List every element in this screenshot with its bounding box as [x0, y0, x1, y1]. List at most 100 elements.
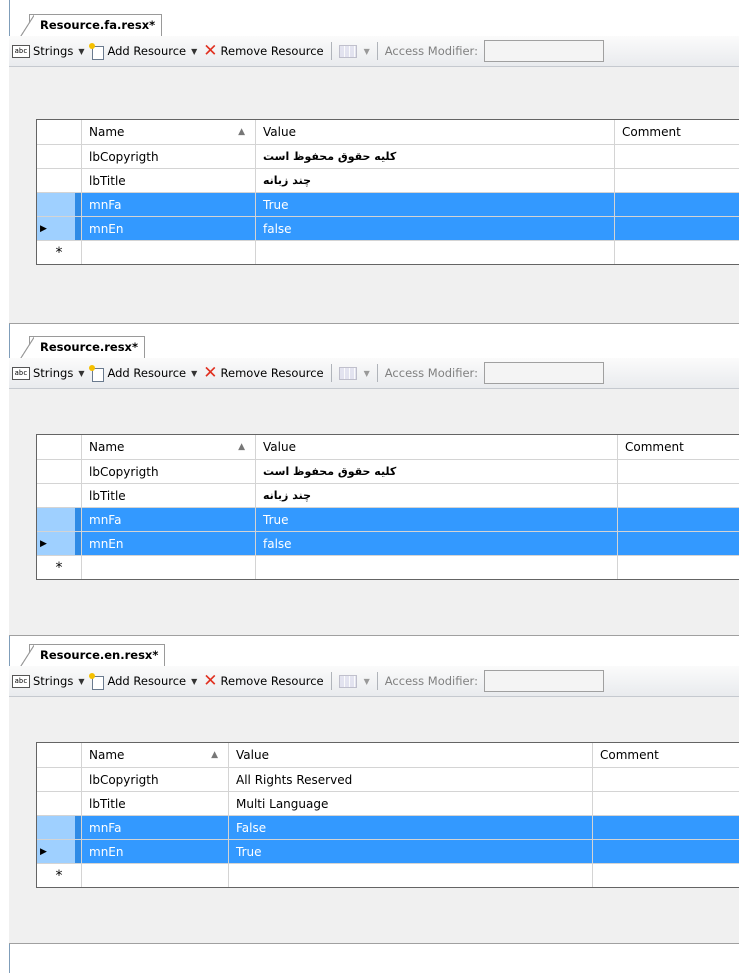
- column-header-value[interactable]: Value: [256, 435, 618, 459]
- name-cell[interactable]: lbTitle: [82, 484, 256, 507]
- name-cell[interactable]: [82, 556, 256, 579]
- row-header[interactable]: [37, 460, 82, 483]
- value-cell[interactable]: True: [229, 840, 593, 863]
- value-cell[interactable]: false: [256, 532, 618, 555]
- row-header[interactable]: [37, 169, 82, 192]
- view-dropdown[interactable]: ▼: [336, 670, 373, 692]
- name-cell[interactable]: mnEn: [82, 532, 256, 555]
- value-cell[interactable]: [229, 864, 593, 887]
- table-row-selected[interactable]: mnFa True: [37, 193, 739, 217]
- value-cell[interactable]: false: [256, 217, 615, 240]
- remove-resource-button[interactable]: ✕ Remove Resource: [200, 670, 326, 692]
- comment-cell[interactable]: [618, 508, 739, 531]
- column-header-name[interactable]: Name ▲: [82, 435, 256, 459]
- new-row[interactable]: *: [37, 241, 739, 264]
- row-header[interactable]: [37, 193, 82, 216]
- name-cell[interactable]: [82, 241, 256, 264]
- table-row[interactable]: lbTitle Multi Language: [37, 792, 739, 816]
- add-resource-button[interactable]: Add Resource ▼: [87, 670, 200, 692]
- value-cell[interactable]: True: [256, 508, 618, 531]
- row-header[interactable]: *: [37, 864, 82, 887]
- comment-cell[interactable]: [593, 816, 739, 839]
- comment-cell[interactable]: [615, 169, 739, 192]
- name-cell[interactable]: lbTitle: [82, 169, 256, 192]
- comment-cell[interactable]: [615, 217, 739, 240]
- column-header-name[interactable]: Name ▲: [82, 120, 256, 144]
- row-header[interactable]: [37, 508, 82, 531]
- row-header[interactable]: [37, 816, 82, 839]
- name-cell[interactable]: mnEn: [82, 217, 256, 240]
- table-row[interactable]: lbCopyrigth All Rights Reserved: [37, 768, 739, 792]
- value-cell[interactable]: Multi Language: [229, 792, 593, 815]
- value-cell[interactable]: کلیه حقوق محفوظ است: [256, 145, 615, 168]
- view-dropdown[interactable]: ▼: [336, 362, 373, 384]
- table-row[interactable]: lbCopyrigth کلیه حقوق محفوظ است: [37, 460, 739, 484]
- access-modifier-select[interactable]: [483, 670, 604, 692]
- row-header[interactable]: [37, 792, 82, 815]
- comment-cell[interactable]: [593, 768, 739, 791]
- row-header[interactable]: ▶: [37, 532, 82, 555]
- row-header[interactable]: [37, 145, 82, 168]
- comment-cell[interactable]: [593, 864, 739, 887]
- add-resource-button[interactable]: Add Resource ▼: [87, 40, 200, 62]
- column-header-value[interactable]: Value: [256, 120, 615, 144]
- comment-cell[interactable]: [593, 792, 739, 815]
- row-header[interactable]: *: [37, 241, 82, 264]
- tab-resource[interactable]: Resource.resx*: [20, 336, 145, 359]
- value-cell[interactable]: [256, 556, 618, 579]
- row-header[interactable]: ▶: [37, 840, 82, 863]
- column-header-name[interactable]: Name ▲: [82, 743, 229, 767]
- row-header[interactable]: [37, 484, 82, 507]
- access-modifier-select[interactable]: [483, 362, 604, 384]
- comment-cell[interactable]: [615, 145, 739, 168]
- view-dropdown[interactable]: ▼: [336, 40, 373, 62]
- value-cell[interactable]: True: [256, 193, 615, 216]
- strings-dropdown[interactable]: abc Strings ▼: [9, 40, 87, 62]
- value-cell[interactable]: All Rights Reserved: [229, 768, 593, 791]
- comment-cell[interactable]: [593, 840, 739, 863]
- table-row[interactable]: lbTitle چند زبانه: [37, 484, 739, 508]
- name-cell[interactable]: lbTitle: [82, 792, 229, 815]
- tab-resource-fa[interactable]: Resource.fa.resx*: [19, 14, 163, 37]
- new-row[interactable]: *: [37, 556, 739, 579]
- remove-resource-button[interactable]: ✕ Remove Resource: [200, 40, 326, 62]
- remove-resource-button[interactable]: ✕ Remove Resource: [200, 362, 326, 384]
- value-cell[interactable]: کلیه حقوق محفوظ است: [256, 460, 618, 483]
- name-cell[interactable]: lbCopyrigth: [82, 145, 256, 168]
- name-cell[interactable]: mnFa: [82, 508, 256, 531]
- table-row-selected[interactable]: mnFa True: [37, 508, 739, 532]
- row-header[interactable]: *: [37, 556, 82, 579]
- table-row-selected[interactable]: ▶ mnEn false: [37, 532, 739, 556]
- name-cell[interactable]: mnFa: [82, 816, 229, 839]
- tab-resource-en[interactable]: Resource.en.resx*: [19, 644, 166, 667]
- value-cell[interactable]: چند زبانه: [256, 169, 615, 192]
- value-cell[interactable]: چند زبانه: [256, 484, 618, 507]
- comment-cell[interactable]: [615, 241, 739, 264]
- strings-dropdown[interactable]: abc Strings ▼: [9, 362, 87, 384]
- column-header-comment[interactable]: Comment: [615, 120, 739, 144]
- table-row-selected[interactable]: ▶ mnEn false: [37, 217, 739, 241]
- new-row[interactable]: *: [37, 864, 739, 887]
- name-cell[interactable]: lbCopyrigth: [82, 768, 229, 791]
- table-row-selected[interactable]: mnFa False: [37, 816, 739, 840]
- name-cell[interactable]: lbCopyrigth: [82, 460, 256, 483]
- table-row[interactable]: lbTitle چند زبانه: [37, 169, 739, 193]
- table-row-selected[interactable]: ▶ mnEn True: [37, 840, 739, 864]
- value-cell[interactable]: [256, 241, 615, 264]
- row-header[interactable]: [37, 768, 82, 791]
- value-cell[interactable]: False: [229, 816, 593, 839]
- comment-cell[interactable]: [618, 484, 739, 507]
- add-resource-button[interactable]: Add Resource ▼: [87, 362, 200, 384]
- name-cell[interactable]: [82, 864, 229, 887]
- name-cell[interactable]: mnEn: [82, 840, 229, 863]
- comment-cell[interactable]: [615, 193, 739, 216]
- comment-cell[interactable]: [618, 532, 739, 555]
- column-header-comment[interactable]: Comment: [618, 435, 739, 459]
- name-cell[interactable]: mnFa: [82, 193, 256, 216]
- comment-cell[interactable]: [618, 556, 739, 579]
- strings-dropdown[interactable]: abc Strings ▼: [9, 670, 87, 692]
- row-header[interactable]: ▶: [37, 217, 82, 240]
- access-modifier-select[interactable]: [483, 40, 604, 62]
- column-header-value[interactable]: Value: [229, 743, 593, 767]
- comment-cell[interactable]: [618, 460, 739, 483]
